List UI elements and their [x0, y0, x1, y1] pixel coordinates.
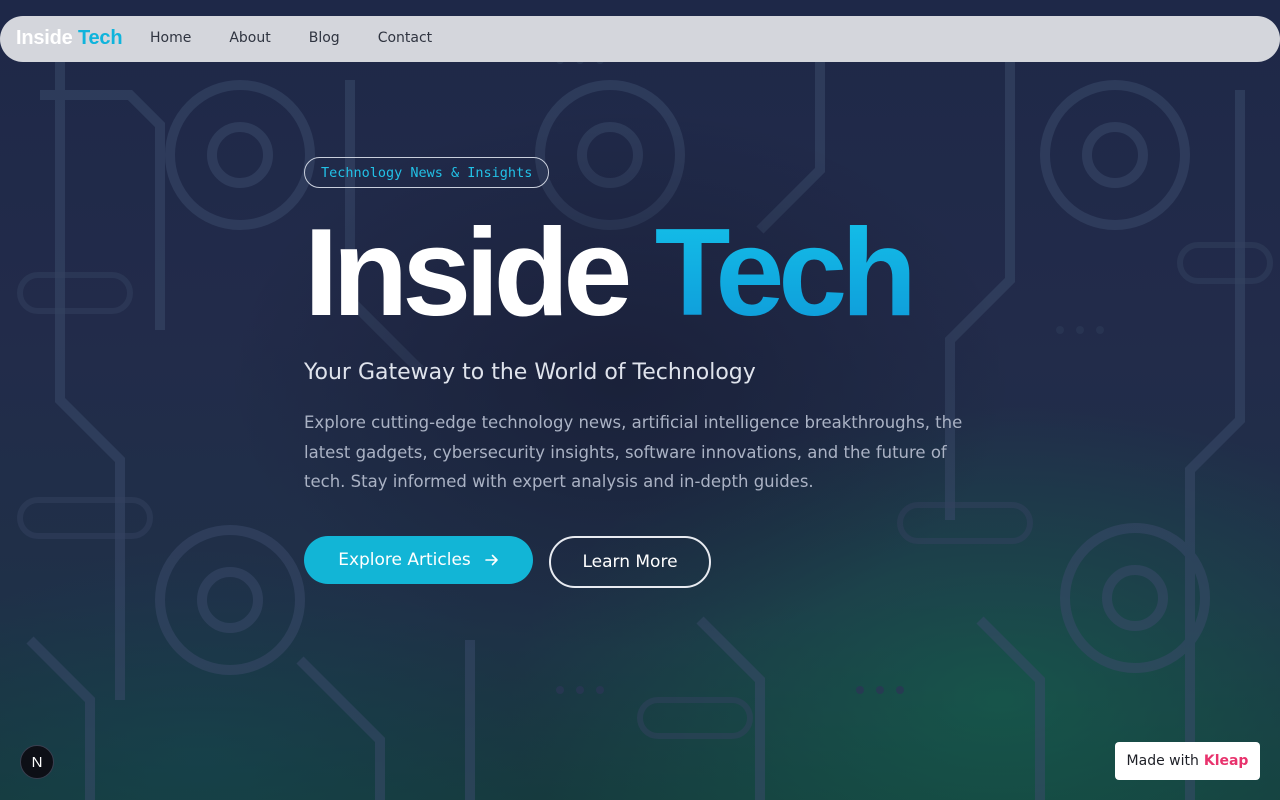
nav-link-contact[interactable]: Contact	[378, 30, 432, 46]
circuit-board-background	[0, 0, 1280, 800]
hero-title: Inside Tech	[304, 198, 917, 348]
hero-subtitle: Your Gateway to the World of Technology	[304, 360, 756, 385]
top-navbar: Inside Tech Home About Blog Contact	[0, 16, 1280, 62]
nav-link-home[interactable]: Home	[150, 30, 191, 46]
made-with-label: Made with	[1126, 753, 1199, 769]
explore-articles-button[interactable]: Explore Articles	[304, 536, 533, 584]
nav-link-about[interactable]: About	[229, 30, 270, 46]
nav-links: Home About Blog Contact	[150, 30, 432, 46]
made-with-kleap-badge[interactable]: Made with Kleap	[1115, 742, 1260, 780]
hero-description: Explore cutting-edge technology news, ar…	[304, 413, 963, 491]
kleap-brand: Kleap	[1203, 753, 1249, 769]
logo-text-tech: Tech	[77, 27, 123, 49]
learn-more-button[interactable]: Learn More	[549, 536, 711, 588]
hero-tag-badge: Technology News & Insights	[304, 157, 550, 188]
hero-title-tech: Tech	[654, 204, 917, 342]
explore-articles-label: Explore Articles	[338, 550, 471, 570]
nav-link-blog[interactable]: Blog	[309, 30, 340, 46]
site-logo[interactable]: Inside Tech	[16, 27, 123, 50]
n-logo-icon[interactable]: N	[20, 745, 54, 779]
arrow-right-icon	[484, 551, 499, 570]
center-shade	[0, 0, 1280, 800]
hero-title-inside: Inside	[304, 204, 632, 342]
logo-text-inside: Inside	[16, 27, 73, 49]
